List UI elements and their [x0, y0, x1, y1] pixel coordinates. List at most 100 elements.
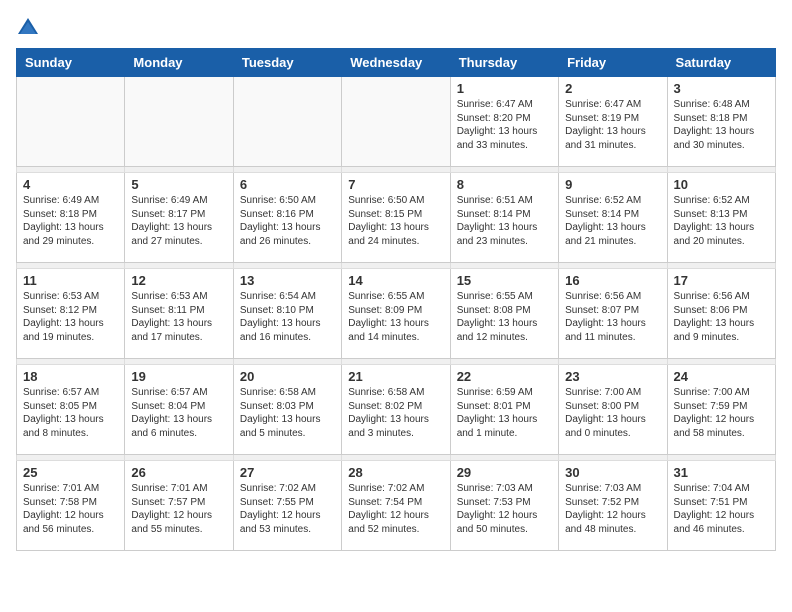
day-number: 12	[131, 273, 226, 288]
day-info: Sunrise: 6:50 AM Sunset: 8:15 PM Dayligh…	[348, 194, 443, 248]
day-number: 25	[23, 465, 118, 480]
day-info: Sunrise: 7:03 AM Sunset: 7:53 PM Dayligh…	[457, 482, 552, 536]
calendar-header-row: SundayMondayTuesdayWednesdayThursdayFrid…	[17, 49, 776, 77]
day-number: 3	[674, 81, 769, 96]
calendar-week-row: 11 Sunrise: 6:53 AM Sunset: 8:12 PM Dayli…	[17, 269, 776, 359]
calendar-cell	[125, 77, 233, 167]
day-number: 11	[23, 273, 118, 288]
day-info: Sunrise: 6:53 AM Sunset: 8:11 PM Dayligh…	[131, 290, 226, 344]
calendar-cell: 20Sunrise: 6:58 AM Sunset: 8:03 PM Dayli…	[233, 365, 341, 455]
day-info: Sunrise: 6:53 AM Sunset: 8:12 PM Dayligh…	[23, 290, 118, 344]
day-info: Sunrise: 6:56 AM Sunset: 8:07 PM Dayligh…	[565, 290, 660, 344]
calendar-cell: 21 Sunrise: 6:58 AM Sunset: 8:02 PM Dayli…	[342, 365, 450, 455]
day-number: 1	[457, 81, 552, 96]
day-info: Sunrise: 6:56 AM Sunset: 8:06 PM Dayligh…	[674, 290, 769, 344]
day-number: 9	[565, 177, 660, 192]
day-number: 2	[565, 81, 660, 96]
column-header-tuesday: Tuesday	[233, 49, 341, 77]
day-info: Sunrise: 6:59 AM Sunset: 8:01 PM Dayligh…	[457, 386, 552, 440]
calendar-table: SundayMondayTuesdayWednesdayThursdayFrid…	[16, 48, 776, 551]
day-number: 27	[240, 465, 335, 480]
calendar-cell: 9Sunrise: 6:52 AM Sunset: 8:14 PM Daylig…	[559, 173, 667, 263]
calendar-cell: 4 Sunrise: 6:49 AM Sunset: 8:18 PM Daylig…	[17, 173, 125, 263]
day-number: 16	[565, 273, 660, 288]
page-header	[16, 16, 776, 40]
calendar-cell: 11 Sunrise: 6:53 AM Sunset: 8:12 PM Dayli…	[17, 269, 125, 359]
day-number: 18	[23, 369, 118, 384]
calendar-cell: 30 Sunrise: 7:03 AM Sunset: 7:52 PM Dayli…	[559, 461, 667, 551]
calendar-cell: 2 Sunrise: 6:47 AM Sunset: 8:19 PM Daylig…	[559, 77, 667, 167]
day-number: 7	[348, 177, 443, 192]
day-info: Sunrise: 6:47 AM Sunset: 8:20 PM Dayligh…	[457, 98, 552, 152]
calendar-cell: 19 Sunrise: 6:57 AM Sunset: 8:04 PM Dayli…	[125, 365, 233, 455]
calendar-week-row: 1 Sunrise: 6:47 AM Sunset: 8:20 PM Daylig…	[17, 77, 776, 167]
day-number: 30	[565, 465, 660, 480]
day-number: 24	[674, 369, 769, 384]
day-info: Sunrise: 6:57 AM Sunset: 8:05 PM Dayligh…	[23, 386, 118, 440]
logo	[16, 16, 44, 40]
day-info: Sunrise: 6:48 AM Sunset: 8:18 PM Dayligh…	[674, 98, 769, 152]
day-number: 4	[23, 177, 118, 192]
day-info: Sunrise: 6:49 AM Sunset: 8:17 PM Dayligh…	[131, 194, 226, 248]
day-number: 14	[348, 273, 443, 288]
day-number: 21	[348, 369, 443, 384]
day-info: Sunrise: 7:04 AM Sunset: 7:51 PM Dayligh…	[674, 482, 769, 536]
day-info: Sunrise: 7:00 AM Sunset: 7:59 PM Dayligh…	[674, 386, 769, 440]
day-info: Sunrise: 6:55 AM Sunset: 8:09 PM Dayligh…	[348, 290, 443, 344]
calendar-cell	[17, 77, 125, 167]
day-number: 10	[674, 177, 769, 192]
day-info: Sunrise: 7:02 AM Sunset: 7:54 PM Dayligh…	[348, 482, 443, 536]
calendar-cell: 25 Sunrise: 7:01 AM Sunset: 7:58 PM Dayli…	[17, 461, 125, 551]
column-header-saturday: Saturday	[667, 49, 775, 77]
column-header-wednesday: Wednesday	[342, 49, 450, 77]
calendar-cell: 1 Sunrise: 6:47 AM Sunset: 8:20 PM Daylig…	[450, 77, 558, 167]
calendar-cell: 10 Sunrise: 6:52 AM Sunset: 8:13 PM Dayli…	[667, 173, 775, 263]
calendar-cell	[233, 77, 341, 167]
calendar-cell: 8Sunrise: 6:51 AM Sunset: 8:14 PM Daylig…	[450, 173, 558, 263]
day-number: 28	[348, 465, 443, 480]
day-info: Sunrise: 6:54 AM Sunset: 8:10 PM Dayligh…	[240, 290, 335, 344]
calendar-cell: 22 Sunrise: 6:59 AM Sunset: 8:01 PM Dayli…	[450, 365, 558, 455]
calendar-week-row: 4 Sunrise: 6:49 AM Sunset: 8:18 PM Daylig…	[17, 173, 776, 263]
calendar-cell: 31 Sunrise: 7:04 AM Sunset: 7:51 PM Dayli…	[667, 461, 775, 551]
calendar-cell: 16 Sunrise: 6:56 AM Sunset: 8:07 PM Dayli…	[559, 269, 667, 359]
day-info: Sunrise: 7:02 AM Sunset: 7:55 PM Dayligh…	[240, 482, 335, 536]
calendar-cell: 5 Sunrise: 6:49 AM Sunset: 8:17 PM Daylig…	[125, 173, 233, 263]
day-number: 17	[674, 273, 769, 288]
day-number: 5	[131, 177, 226, 192]
calendar-cell: 7 Sunrise: 6:50 AM Sunset: 8:15 PM Daylig…	[342, 173, 450, 263]
day-number: 29	[457, 465, 552, 480]
day-info: Sunrise: 6:57 AM Sunset: 8:04 PM Dayligh…	[131, 386, 226, 440]
day-info: Sunrise: 7:03 AM Sunset: 7:52 PM Dayligh…	[565, 482, 660, 536]
day-number: 22	[457, 369, 552, 384]
calendar-cell: 23Sunrise: 7:00 AM Sunset: 8:00 PM Dayli…	[559, 365, 667, 455]
day-number: 8	[457, 177, 552, 192]
calendar-week-row: 25 Sunrise: 7:01 AM Sunset: 7:58 PM Dayli…	[17, 461, 776, 551]
calendar-cell: 18 Sunrise: 6:57 AM Sunset: 8:05 PM Dayli…	[17, 365, 125, 455]
day-info: Sunrise: 6:47 AM Sunset: 8:19 PM Dayligh…	[565, 98, 660, 152]
day-info: Sunrise: 7:01 AM Sunset: 7:58 PM Dayligh…	[23, 482, 118, 536]
day-number: 13	[240, 273, 335, 288]
calendar-cell: 6Sunrise: 6:50 AM Sunset: 8:16 PM Daylig…	[233, 173, 341, 263]
calendar-cell: 12 Sunrise: 6:53 AM Sunset: 8:11 PM Dayli…	[125, 269, 233, 359]
column-header-sunday: Sunday	[17, 49, 125, 77]
day-number: 31	[674, 465, 769, 480]
calendar-cell: 27 Sunrise: 7:02 AM Sunset: 7:55 PM Dayli…	[233, 461, 341, 551]
day-info: Sunrise: 6:52 AM Sunset: 8:13 PM Dayligh…	[674, 194, 769, 248]
day-info: Sunrise: 6:58 AM Sunset: 8:03 PM Dayligh…	[240, 386, 335, 440]
calendar-cell: 24 Sunrise: 7:00 AM Sunset: 7:59 PM Dayli…	[667, 365, 775, 455]
day-number: 26	[131, 465, 226, 480]
day-info: Sunrise: 7:01 AM Sunset: 7:57 PM Dayligh…	[131, 482, 226, 536]
calendar-cell	[342, 77, 450, 167]
day-number: 19	[131, 369, 226, 384]
day-info: Sunrise: 6:58 AM Sunset: 8:02 PM Dayligh…	[348, 386, 443, 440]
column-header-monday: Monday	[125, 49, 233, 77]
calendar-cell: 15Sunrise: 6:55 AM Sunset: 8:08 PM Dayli…	[450, 269, 558, 359]
day-info: Sunrise: 6:49 AM Sunset: 8:18 PM Dayligh…	[23, 194, 118, 248]
calendar-cell: 13 Sunrise: 6:54 AM Sunset: 8:10 PM Dayli…	[233, 269, 341, 359]
calendar-week-row: 18 Sunrise: 6:57 AM Sunset: 8:05 PM Dayli…	[17, 365, 776, 455]
calendar-cell: 14 Sunrise: 6:55 AM Sunset: 8:09 PM Dayli…	[342, 269, 450, 359]
day-info: Sunrise: 6:50 AM Sunset: 8:16 PM Dayligh…	[240, 194, 335, 248]
day-info: Sunrise: 7:00 AM Sunset: 8:00 PM Dayligh…	[565, 386, 660, 440]
calendar-cell: 3 Sunrise: 6:48 AM Sunset: 8:18 PM Daylig…	[667, 77, 775, 167]
